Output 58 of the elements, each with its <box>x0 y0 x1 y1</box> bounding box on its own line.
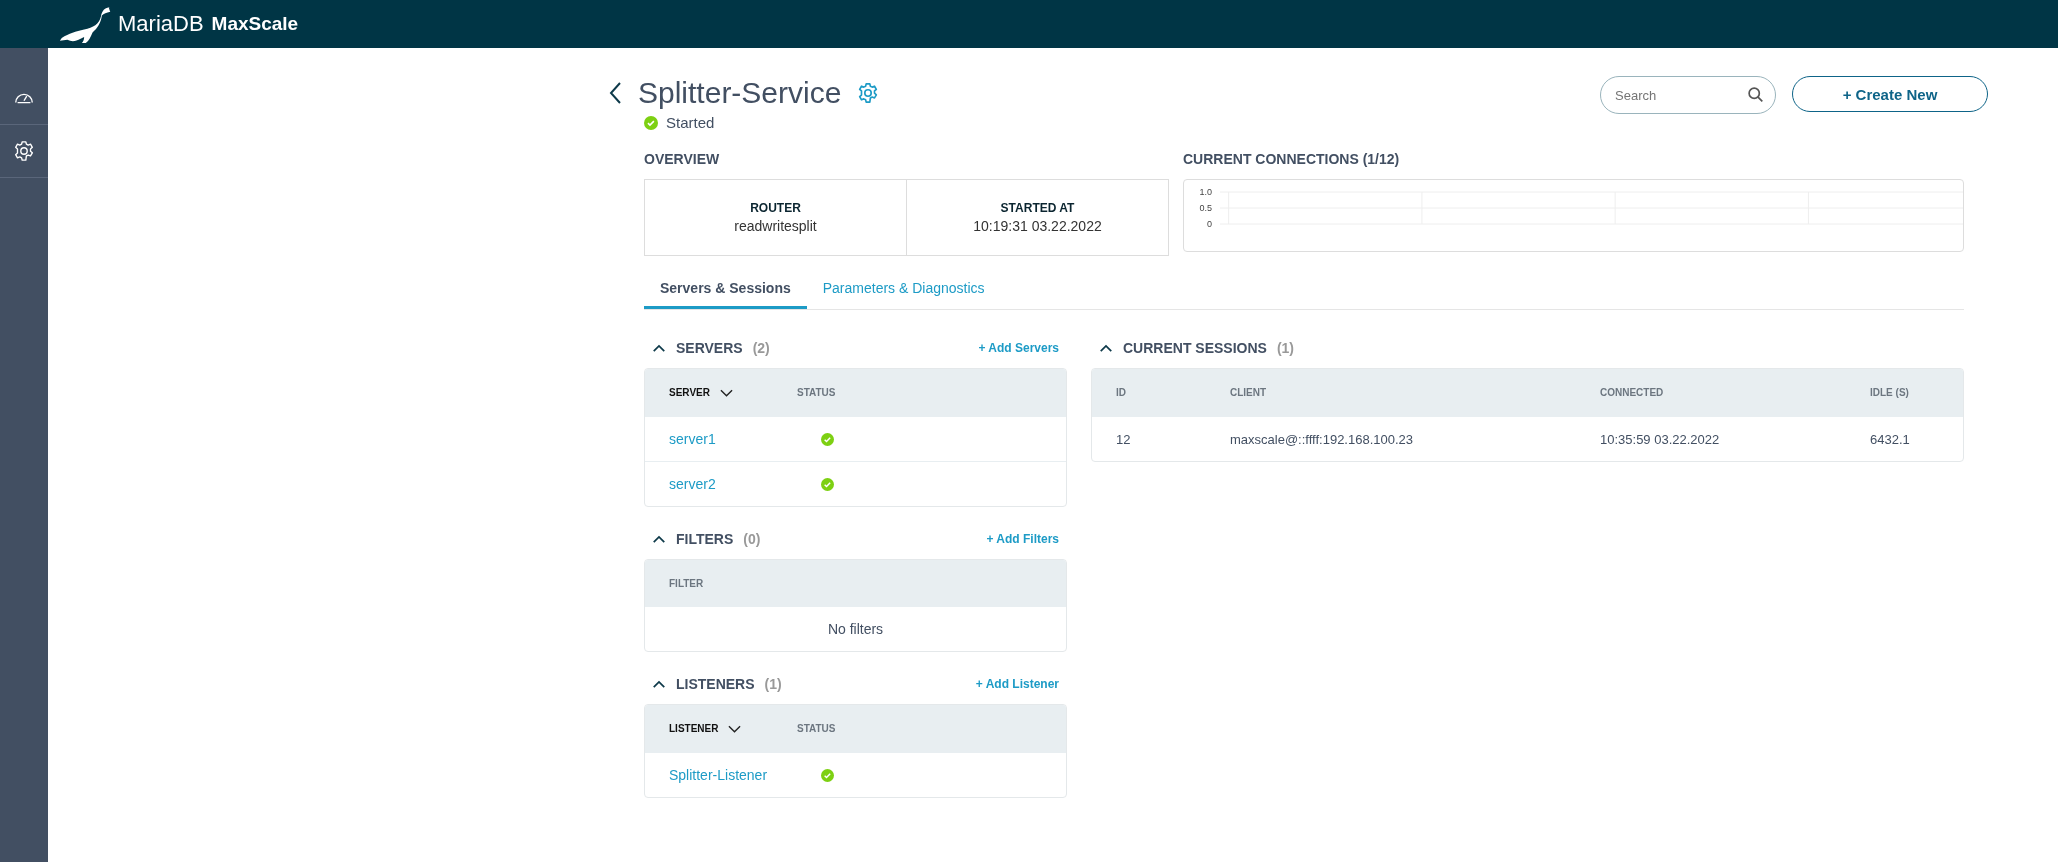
column-header[interactable]: CLIENT <box>1230 387 1267 398</box>
axis-tick-label: 1.0 <box>1199 187 1212 197</box>
section-title: SERVERS <box>676 340 743 356</box>
check-circle-icon <box>644 115 658 130</box>
add-link[interactable]: + Add Servers <box>978 341 1059 355</box>
table-cell: 12 <box>1116 431 1131 447</box>
add-link[interactable]: + Add Listener <box>975 677 1059 691</box>
create-new-button[interactable]: + Create New <box>1792 76 1988 112</box>
table-link[interactable]: server1 <box>669 431 716 447</box>
section-count: (1) <box>1276 340 1295 356</box>
column-header[interactable]: ID <box>1116 387 1126 398</box>
table-link[interactable]: Splitter-Listener <box>669 767 768 783</box>
table-cell: 10:35:59 03.22.2022 <box>1600 431 1720 447</box>
tab[interactable]: Parameters & Diagnostics <box>806 270 1001 309</box>
section-title: LISTENERS <box>676 676 755 692</box>
check-circle-icon <box>821 768 834 782</box>
brand-name: MariaDB <box>118 11 204 37</box>
service-status: Started <box>666 114 715 131</box>
section-title: CURRENT SESSIONS <box>1123 340 1267 356</box>
overview-value: readwritesplit <box>734 218 817 234</box>
check-circle-icon <box>821 432 834 446</box>
column-header[interactable]: CONNECTED <box>1600 387 1664 398</box>
column-header[interactable]: FILTER <box>669 578 704 589</box>
column-header[interactable]: STATUS <box>797 723 836 734</box>
column-header[interactable]: STATUS <box>797 387 836 398</box>
table-cell: 6432.1 <box>1870 431 1910 447</box>
section-title: FILTERS <box>676 531 734 547</box>
section-count: (2) <box>752 340 770 356</box>
chevron-down-icon[interactable] <box>719 388 733 397</box>
tab[interactable]: Servers & Sessions <box>644 270 807 309</box>
column-header[interactable]: IDLE (S) <box>1870 387 1909 398</box>
overview-value: 10:19:31 03.22.2022 <box>973 218 1102 234</box>
page-title: Splitter-Service <box>638 76 842 110</box>
section-title: CURRENT CONNECTIONS (1/12) <box>1183 151 1401 167</box>
column-header[interactable]: SERVER <box>669 387 710 398</box>
back-icon[interactable] <box>608 81 622 105</box>
collapse-icon[interactable] <box>652 343 666 353</box>
search-field[interactable]: Search <box>1600 76 1776 114</box>
collapse-icon[interactable] <box>652 534 666 544</box>
product-name: MaxScale <box>211 13 299 35</box>
overview-label: STARTED AT <box>1000 201 1075 215</box>
empty-message: No filters <box>826 620 885 639</box>
section-count: (0) <box>743 531 761 547</box>
check-circle-icon <box>821 477 834 491</box>
collapse-icon[interactable] <box>1099 343 1113 353</box>
settings-icon[interactable] <box>13 140 35 162</box>
search-icon <box>1747 86 1764 103</box>
chevron-down-icon[interactable] <box>728 724 742 733</box>
table-link[interactable]: server2 <box>669 476 716 492</box>
section-count: (1) <box>764 676 782 692</box>
overview-label: ROUTER <box>750 201 801 215</box>
section-title: OVERVIEW <box>644 151 721 167</box>
collapse-icon[interactable] <box>652 679 666 689</box>
table-cell: maxscale@::ffff:192.168.100.23 <box>1230 431 1414 447</box>
add-link[interactable]: + Add Filters <box>986 532 1059 546</box>
axis-tick-label: 0.5 <box>1199 203 1212 213</box>
column-header[interactable]: LISTENER <box>669 723 719 734</box>
axis-tick-label: 0 <box>1207 219 1212 229</box>
